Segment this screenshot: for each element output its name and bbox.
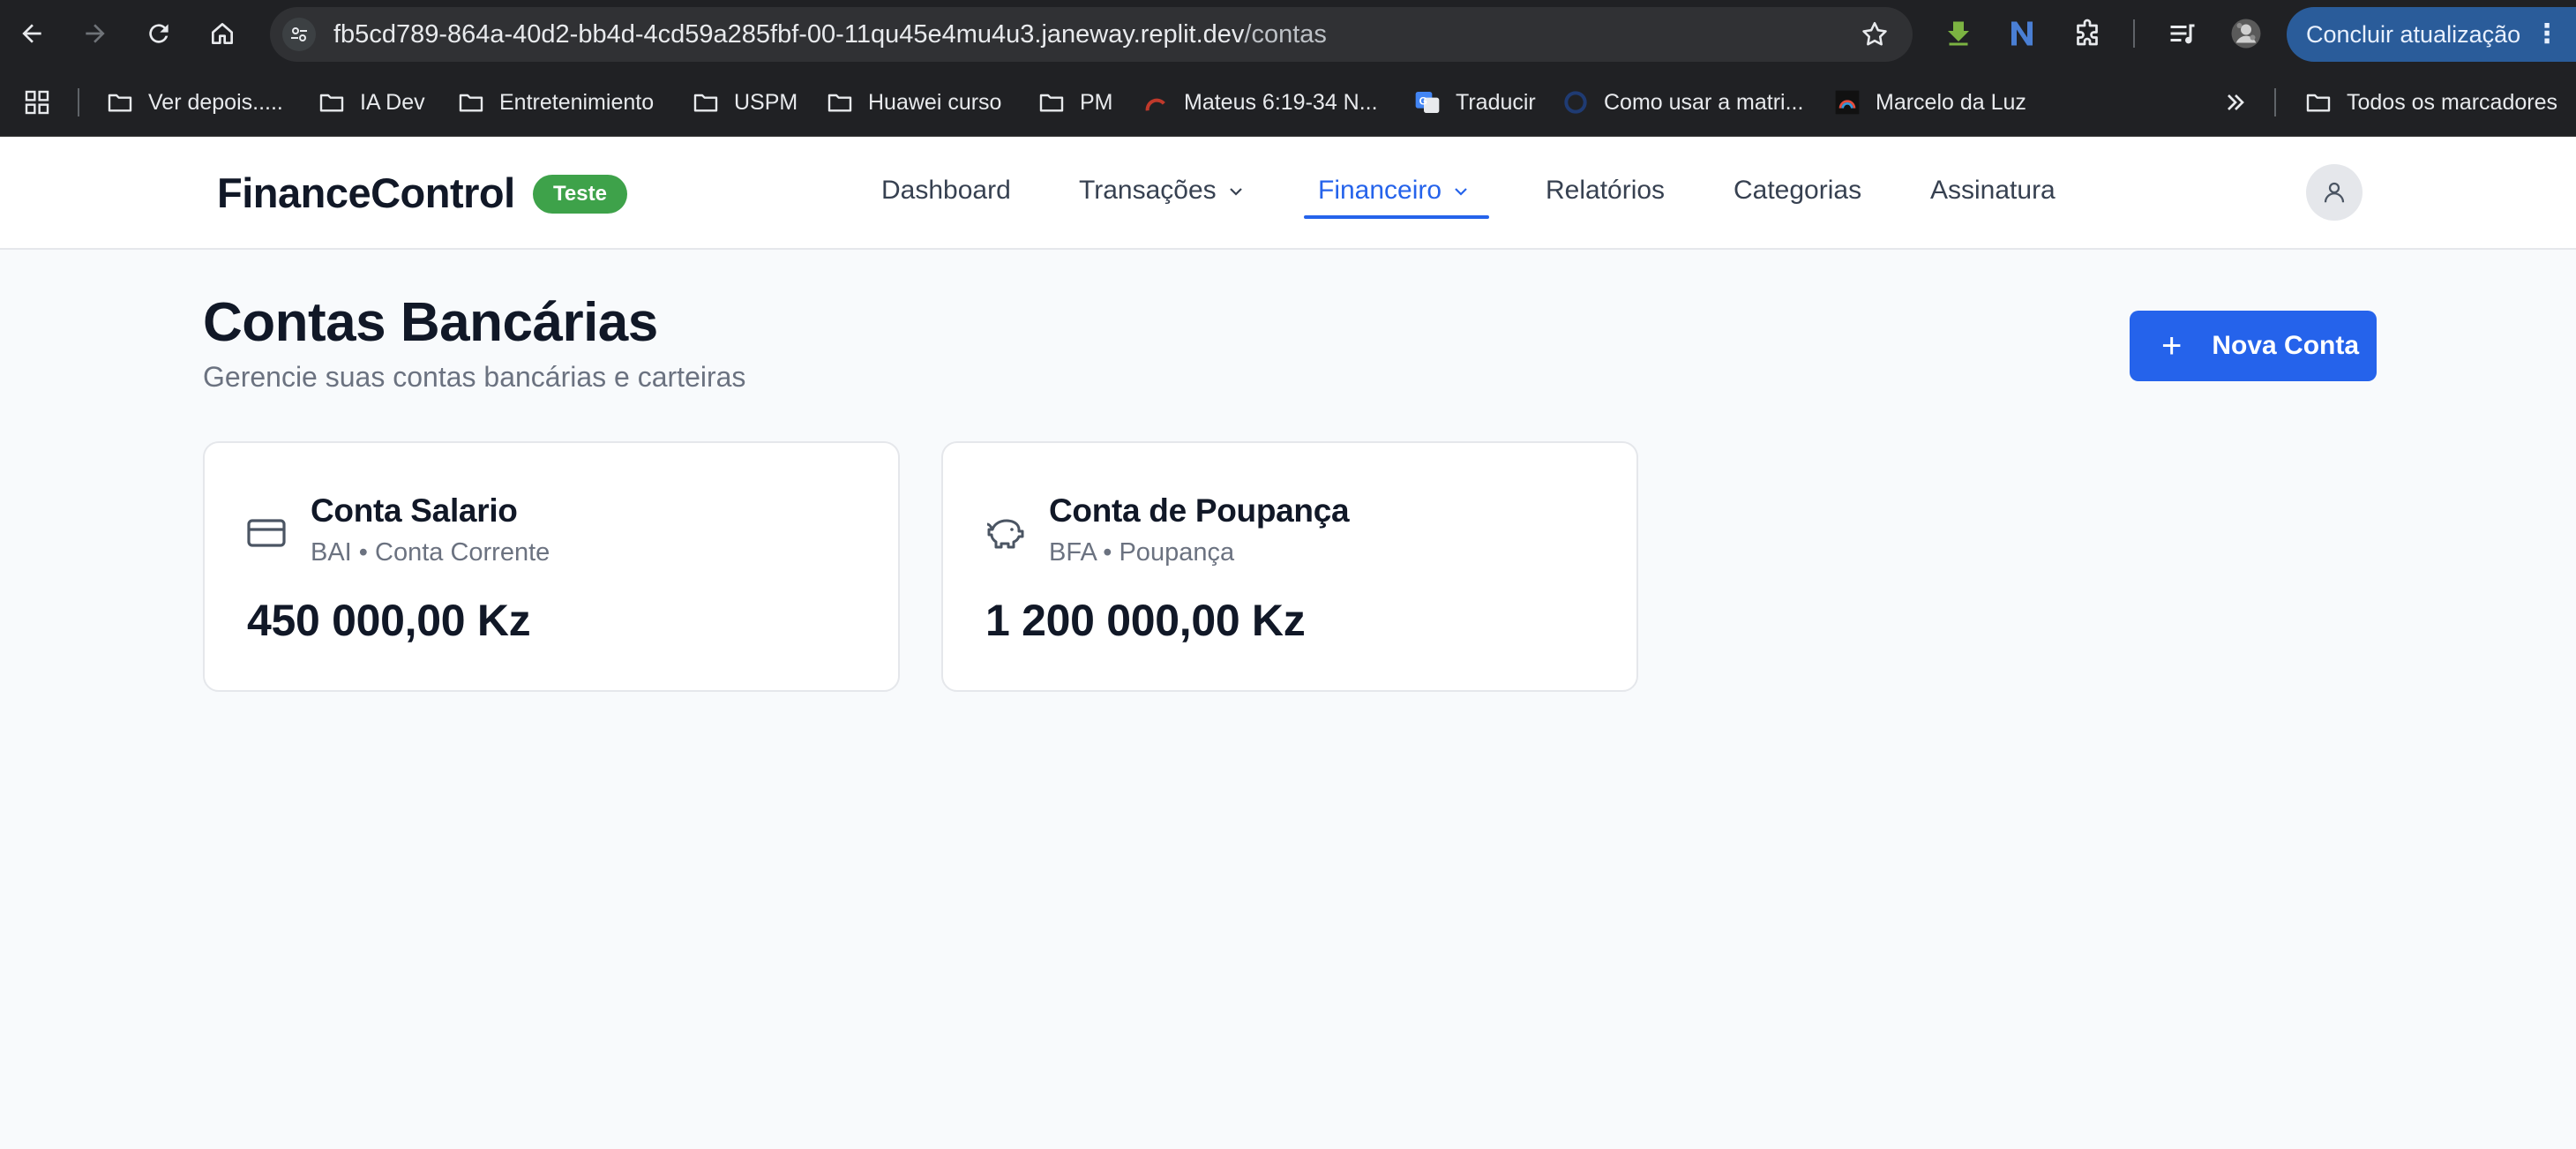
nav-financeiro[interactable]: Financeiro — [1318, 137, 1471, 250]
reload-icon[interactable] — [141, 16, 176, 51]
bookmark-label: USPM — [734, 89, 798, 115]
folder-icon — [108, 94, 132, 112]
media-queue-icon[interactable] — [2165, 16, 2200, 51]
extensions-puzzle-icon[interactable] — [2070, 16, 2105, 51]
toolbar-divider — [2133, 19, 2135, 48]
account-balance: 450 000,00 Kz — [247, 596, 531, 645]
environment-badge: Teste — [533, 175, 627, 214]
translate-icon: G — [1415, 92, 1440, 113]
url-path: /contas — [1244, 20, 1327, 49]
bookmark-folder[interactable]: Huawei curso — [826, 68, 1001, 137]
download-extension-icon[interactable] — [1941, 16, 1976, 51]
bible-site-icon — [1145, 98, 1165, 111]
account-name: Conta Salario — [311, 492, 518, 529]
bookmark-link[interactable]: Como usar a matri... — [1561, 68, 1803, 137]
bookmark-label: Marcelo da Luz — [1876, 89, 2026, 115]
bookmark-label: Entretenimiento — [499, 89, 655, 115]
bookmarks-divider — [2274, 88, 2276, 116]
apps-grid-icon[interactable] — [23, 68, 65, 137]
bookmark-label: Ver depois..... — [148, 89, 283, 115]
account-meta: BAI • Conta Corrente — [311, 538, 550, 567]
back-icon[interactable] — [14, 16, 49, 51]
active-nav-indicator — [1304, 215, 1489, 219]
nav-assinatura[interactable]: Assinatura — [1930, 137, 2056, 250]
bookmark-folder[interactable]: PM — [1037, 68, 1113, 137]
more-options-icon[interactable]: ⋮ — [2534, 7, 2560, 62]
forward-icon[interactable] — [78, 16, 113, 51]
nav-transacoes-label: Transações — [1079, 176, 1217, 205]
folder-icon — [693, 94, 718, 112]
page-subtitle: Gerencie suas contas bancárias e carteir… — [203, 361, 746, 393]
n-extension-icon[interactable] — [2004, 16, 2040, 51]
new-account-label: Nova Conta — [2212, 331, 2360, 360]
site-icon — [1564, 91, 1587, 114]
app-header: FinanceControl Teste Dashboard Transaçõe… — [0, 137, 2576, 250]
all-bookmarks-label: Todos os marcadores — [2347, 89, 2558, 115]
bookmarks-divider — [78, 88, 79, 116]
account-balance: 1 200 000,00 Kz — [985, 596, 1306, 645]
update-chrome-button[interactable]: Concluir atualização ⋮ — [2287, 7, 2576, 62]
bookmark-folder[interactable]: USPM — [692, 68, 798, 137]
more-bookmarks-icon[interactable] — [2221, 68, 2264, 137]
nav-categorias-label: Categorias — [1734, 176, 1862, 205]
bookmark-link[interactable]: Marcelo da Luz — [1833, 68, 2026, 137]
bookmark-label: PM — [1080, 89, 1113, 115]
piggy-bank-icon — [986, 519, 1024, 549]
chevron-down-icon — [1455, 188, 1467, 196]
nav-transacoes[interactable]: Transações — [1079, 137, 1247, 250]
folder-icon — [459, 94, 483, 112]
nav-categorias[interactable]: Categorias — [1734, 137, 1861, 250]
update-chrome-label: Concluir atualização — [2306, 21, 2521, 48]
user-icon — [2324, 182, 2345, 203]
bookmarks-bar: Ver depois..... IA Dev Entretenimiento U… — [0, 68, 2576, 137]
nav-relatorios-label: Relatórios — [1546, 176, 1666, 205]
account-meta: BFA • Poupança — [1049, 538, 1235, 567]
bookmark-link[interactable]: G Traducir — [1413, 68, 1536, 137]
site-settings-icon[interactable] — [282, 18, 316, 51]
nav-assinatura-label: Assinatura — [1930, 176, 2056, 205]
folder-icon — [319, 94, 344, 112]
url-host: fb5cd789-864a-40d2-bb4d-4cd59a285fbf-00-… — [333, 20, 1245, 49]
account-name: Conta de Poupança — [1049, 492, 1350, 529]
site-icon — [1835, 90, 1860, 115]
bookmark-folder[interactable]: Ver depois..... — [106, 68, 283, 137]
bookmark-label: Mateus 6:19-34 N... — [1184, 89, 1378, 115]
profile-avatar-icon[interactable] — [2228, 16, 2264, 51]
url-text: fb5cd789-864a-40d2-bb4d-4cd59a285fbf-00-… — [333, 7, 1327, 62]
folder-icon — [827, 94, 852, 112]
plus-icon: + — [2161, 327, 2183, 365]
nav-dashboard-label: Dashboard — [881, 176, 1011, 205]
bookmark-link[interactable]: Mateus 6:19-34 N... — [1142, 68, 1378, 137]
credit-card-icon — [247, 519, 286, 547]
brand-logo[interactable]: FinanceControl — [217, 137, 515, 250]
account-card[interactable]: Conta Salario BAI • Conta Corrente 450 0… — [203, 441, 900, 692]
page-title: Contas Bancárias — [203, 292, 658, 353]
bookmark-label: IA Dev — [360, 89, 425, 115]
bookmark-label: Traducir — [1456, 89, 1536, 115]
bookmark-star-icon[interactable] — [1860, 19, 1890, 49]
folder-icon — [2306, 94, 2331, 112]
new-account-button[interactable]: + Nova Conta — [2130, 311, 2377, 381]
folder-icon — [1039, 94, 1064, 112]
all-bookmarks-folder[interactable]: Todos os marcadores — [2304, 68, 2557, 137]
chevron-down-icon — [1229, 188, 1242, 196]
nav-relatorios[interactable]: Relatórios — [1546, 137, 1665, 250]
account-card[interactable]: Conta de Poupança BFA • Poupança 1 200 0… — [941, 441, 1638, 692]
user-menu-avatar[interactable] — [2306, 164, 2363, 221]
svg-text:G: G — [1419, 95, 1427, 108]
bookmark-label: Huawei curso — [868, 89, 1002, 115]
nav-financeiro-label: Financeiro — [1318, 176, 1442, 205]
home-icon[interactable] — [205, 16, 240, 51]
browser-toolbar: fb5cd789-864a-40d2-bb4d-4cd59a285fbf-00-… — [0, 0, 2576, 68]
bookmark-folder[interactable]: IA Dev — [318, 68, 425, 137]
address-bar[interactable]: fb5cd789-864a-40d2-bb4d-4cd59a285fbf-00-… — [270, 7, 1913, 62]
bookmark-folder[interactable]: Entretenimiento — [457, 68, 654, 137]
nav-dashboard[interactable]: Dashboard — [881, 137, 1011, 250]
bookmark-label: Como usar a matri... — [1604, 89, 1804, 115]
